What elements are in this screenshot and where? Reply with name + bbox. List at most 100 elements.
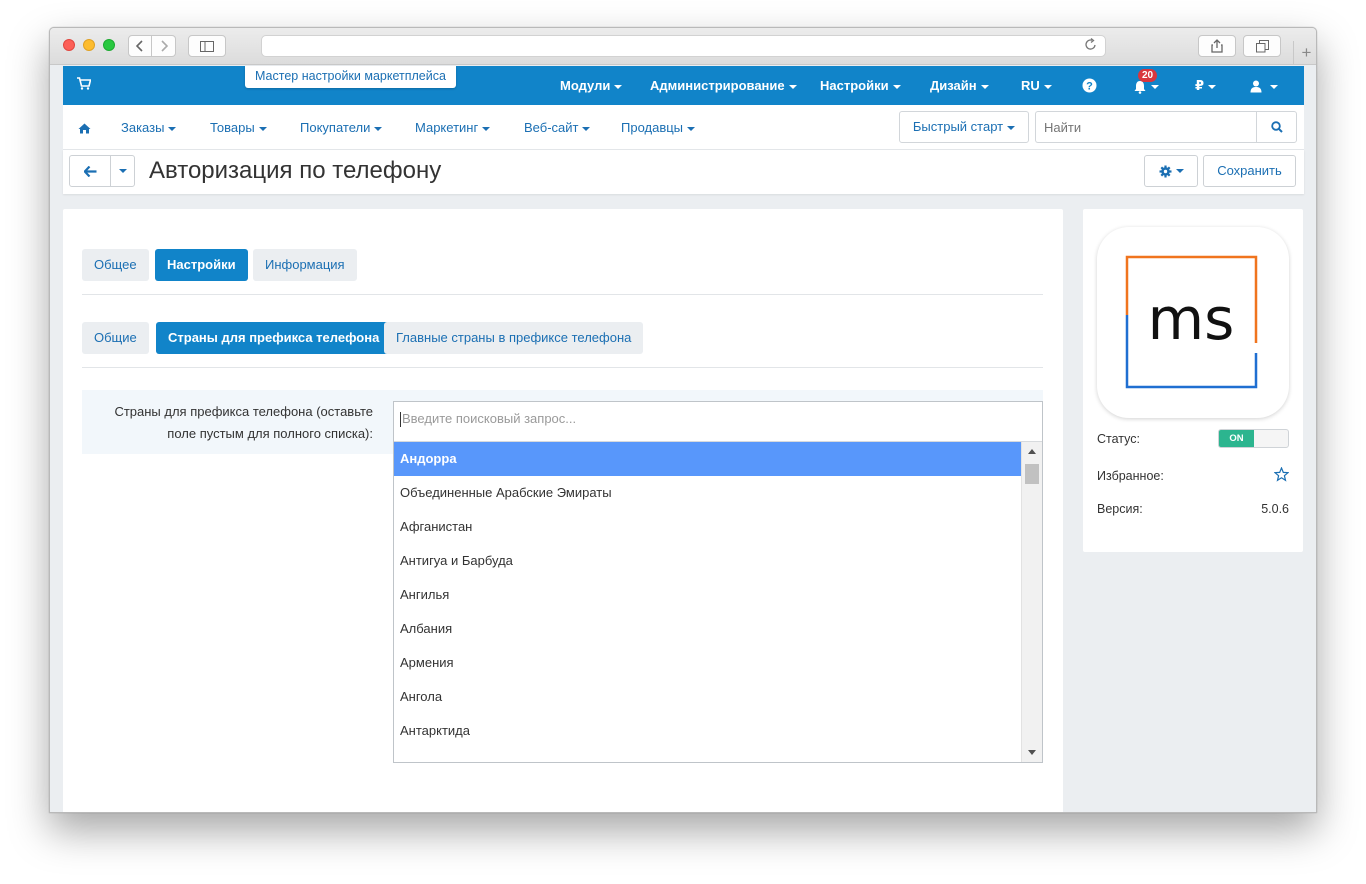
scroll-up-icon[interactable]: [1028, 449, 1036, 454]
svg-text:?: ?: [1086, 81, 1093, 93]
country-option[interactable]: Антигуа и Барбуда: [394, 544, 1021, 578]
cart-icon[interactable]: [77, 77, 92, 95]
chevron-down-icon: [788, 84, 797, 89]
nav-orders-label: Заказы: [121, 120, 165, 135]
menu-settings[interactable]: Настройки: [820, 66, 901, 105]
scroll-down-icon[interactable]: [1028, 750, 1036, 755]
chevron-down-icon: [614, 84, 623, 89]
back-icon[interactable]: [128, 35, 152, 57]
tab-settings[interactable]: Настройки: [155, 249, 248, 281]
forward-icon[interactable]: [152, 35, 176, 57]
help-icon[interactable]: ?: [1082, 78, 1097, 94]
menu-administration-label: Администрирование: [650, 78, 785, 93]
menu-settings-label: Настройки: [820, 78, 889, 93]
country-option[interactable]: Ангола: [394, 680, 1021, 714]
zoom-window-button[interactable]: [103, 39, 115, 51]
quick-start-label: Быстрый старт: [912, 119, 1004, 134]
menu-administration[interactable]: Администрирование: [650, 66, 797, 105]
main-navbar: Заказы Товары Покупатели Маркетинг Веб-с…: [63, 105, 1304, 150]
subtab-main-prefix-countries[interactable]: Главные страны в префиксе телефона: [384, 322, 644, 354]
plugin-logo: ms: [1097, 227, 1289, 418]
country-option[interactable]: Албания: [394, 612, 1021, 646]
menu-modules[interactable]: Модули: [560, 66, 623, 105]
home-icon[interactable]: [78, 105, 91, 150]
chevron-down-icon: [1151, 84, 1159, 89]
user-menu[interactable]: [1250, 66, 1278, 105]
country-option[interactable]: Афганистан: [394, 510, 1021, 544]
chevron-down-icon: [118, 169, 127, 173]
main-panel: Общее Настройки Информация Общие Страны …: [63, 209, 1063, 812]
page-title: Авторизация по телефону: [149, 157, 442, 184]
page-header: Авторизация по телефону Сохранить: [63, 150, 1304, 194]
subtab-general[interactable]: Общие: [82, 322, 149, 354]
country-search-input[interactable]: Введите поисковый запрос...: [394, 402, 1042, 442]
status-label: Статус:: [1097, 432, 1140, 446]
plugin-info-panel: ms Статус: ON Избранное: Версия: 5.0.6: [1083, 209, 1303, 552]
subtab-prefix-countries[interactable]: Страны для префикса телефона: [156, 322, 392, 354]
nav-marketing[interactable]: Маркетинг: [415, 105, 491, 150]
browser-window: + Мастер настройки маркетплейса Модули А…: [49, 27, 1317, 813]
share-icon[interactable]: [1198, 35, 1236, 57]
star-icon[interactable]: [1273, 466, 1290, 487]
reload-icon[interactable]: [1085, 37, 1097, 54]
chevron-down-icon: [1043, 84, 1052, 89]
chevron-down-icon: [687, 126, 696, 131]
nav-marketing-label: Маркетинг: [415, 120, 479, 135]
new-tab-icon[interactable]: +: [1293, 41, 1316, 65]
country-select[interactable]: Введите поисковый запрос... Андорра Объе…: [393, 401, 1043, 763]
nav-orders[interactable]: Заказы: [121, 105, 177, 150]
version-value: 5.0.6: [1261, 502, 1289, 516]
country-option[interactable]: Андорра: [394, 442, 1021, 476]
chevron-down-icon: [482, 126, 491, 131]
chevron-down-icon: [168, 126, 177, 131]
save-button[interactable]: Сохранить: [1203, 155, 1296, 187]
search-input[interactable]: [1035, 111, 1256, 143]
admin-topbar: Мастер настройки маркетплейса Модули Адм…: [63, 66, 1304, 105]
country-search-placeholder: Введите поисковый запрос...: [402, 411, 577, 426]
settings-dropdown-button[interactable]: [1144, 155, 1198, 187]
address-bar[interactable]: [261, 35, 1106, 57]
back-arrow-icon[interactable]: [69, 155, 111, 187]
divider: [82, 367, 1043, 368]
country-options-list: Андорра Объединенные Арабские Эмираты Аф…: [394, 442, 1021, 748]
chevron-down-icon: [1007, 125, 1016, 130]
menu-design[interactable]: Дизайн: [930, 66, 989, 105]
nav-website[interactable]: Веб-сайт: [524, 105, 591, 150]
nav-sellers-label: Продавцы: [621, 120, 684, 135]
divider: [82, 294, 1043, 295]
tab-information[interactable]: Информация: [253, 249, 357, 281]
country-option[interactable]: Ангилья: [394, 578, 1021, 612]
options-scrollbar[interactable]: [1021, 442, 1042, 762]
back-dropdown-button[interactable]: [110, 155, 135, 187]
menu-language[interactable]: RU: [1021, 66, 1052, 105]
field-label: Страны для префикса телефона (оставьте п…: [82, 401, 373, 445]
currency-menu[interactable]: ₽: [1195, 66, 1217, 105]
tabs-icon[interactable]: [1243, 35, 1281, 57]
menu-modules-label: Модули: [560, 78, 611, 93]
scrollbar-thumb[interactable]: [1025, 464, 1039, 484]
nav-products[interactable]: Товары: [210, 105, 267, 150]
text-cursor: [400, 412, 401, 428]
chevron-down-icon: [258, 126, 267, 131]
chevron-down-icon: [374, 126, 383, 131]
nav-sellers[interactable]: Продавцы: [621, 105, 696, 150]
tab-general[interactable]: Общее: [82, 249, 149, 281]
quick-start-button[interactable]: Быстрый старт: [899, 111, 1029, 143]
nav-customers-label: Покупатели: [300, 120, 371, 135]
chevron-down-icon: [980, 84, 989, 89]
nav-customers[interactable]: Покупатели: [300, 105, 383, 150]
logo-text: ms: [1148, 285, 1235, 353]
gear-icon: [1159, 165, 1171, 177]
chevron-down-icon: [582, 126, 591, 131]
search-icon[interactable]: [1256, 111, 1297, 143]
status-toggle[interactable]: ON: [1218, 429, 1289, 448]
country-option[interactable]: Армения: [394, 646, 1021, 680]
marketplace-wizard-link[interactable]: Мастер настройки маркетплейса: [245, 66, 456, 88]
browser-toolbar: +: [50, 28, 1316, 65]
minimize-window-button[interactable]: [83, 39, 95, 51]
sidebar-icon[interactable]: [188, 35, 226, 57]
country-option[interactable]: Объединенные Арабские Эмираты: [394, 476, 1021, 510]
field-label-line-2: поле пустым для полного списка):: [167, 426, 373, 441]
close-window-button[interactable]: [63, 39, 75, 51]
country-option[interactable]: Антарктида: [394, 714, 1021, 748]
